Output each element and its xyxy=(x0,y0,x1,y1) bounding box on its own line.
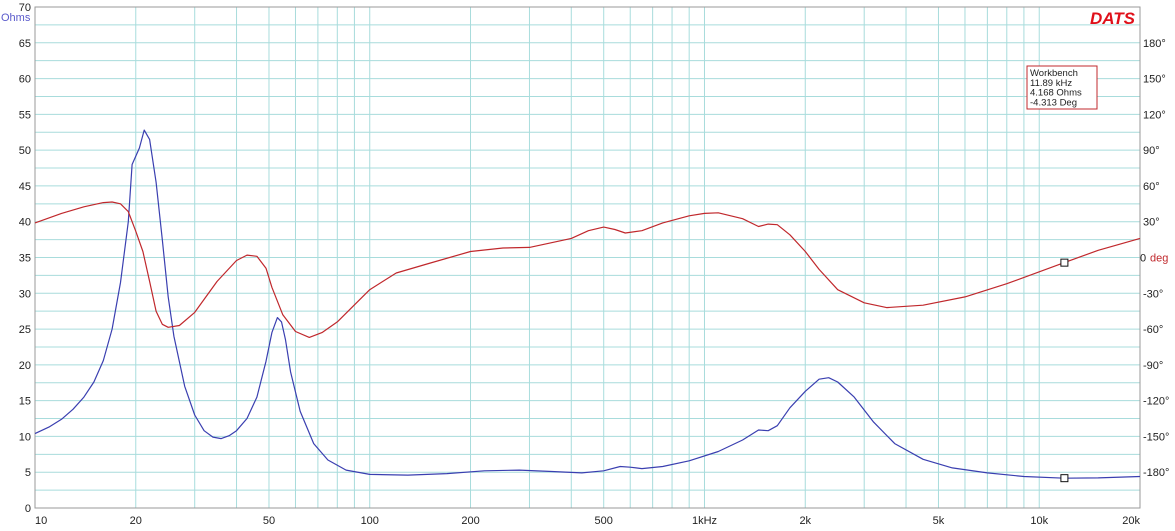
x-tick-label: 10k xyxy=(1030,515,1048,527)
left-tick-label: 40 xyxy=(19,217,31,229)
right-tick-label: 120° xyxy=(1143,109,1166,121)
x-tick-label: 500 xyxy=(595,515,613,527)
x-tick-label: 1kHz xyxy=(692,515,717,527)
right-tick-label: 150° xyxy=(1143,74,1166,86)
left-axis-label: Ohms xyxy=(1,12,31,24)
right-tick-label: -60° xyxy=(1143,324,1163,336)
right-axis-label: deg xyxy=(1150,253,1168,265)
left-tick-label: 55 xyxy=(19,109,31,121)
right-tick-label: -180° xyxy=(1143,467,1169,479)
phase-cursor-marker[interactable] xyxy=(1060,258,1069,267)
left-tick-label: 35 xyxy=(19,253,31,265)
plot-background xyxy=(0,0,1175,531)
left-axis-ticks: 0510152025303540455055606570 xyxy=(19,2,31,515)
x-tick-label: 50 xyxy=(263,515,275,527)
right-tick-label: -90° xyxy=(1143,360,1163,372)
right-tick-label: 60° xyxy=(1143,181,1160,193)
left-tick-label: 0 xyxy=(25,503,31,515)
left-tick-label: 50 xyxy=(19,145,31,157)
x-tick-label: 100 xyxy=(361,515,379,527)
x-tick-label: 2k xyxy=(799,515,811,527)
impedance-phase-plot[interactable]: 0510152025303540455055606570 180°150°120… xyxy=(0,0,1175,531)
left-tick-label: 25 xyxy=(19,324,31,336)
right-tick-label: -120° xyxy=(1143,396,1169,408)
left-tick-label: 65 xyxy=(19,38,31,50)
left-tick-label: 15 xyxy=(19,396,31,408)
x-tick-label: 10 xyxy=(35,515,47,527)
left-tick-label: 10 xyxy=(19,431,31,443)
brand-logo: DATS xyxy=(1090,9,1136,28)
cursor-readout-phase: -4.313 Deg xyxy=(1030,97,1077,108)
right-tick-label: -150° xyxy=(1143,431,1169,443)
right-tick-label: -30° xyxy=(1143,288,1163,300)
left-tick-label: 20 xyxy=(19,360,31,372)
left-tick-label: 60 xyxy=(19,74,31,86)
x-tick-label: 20k xyxy=(1122,515,1140,527)
right-tick-label: 90° xyxy=(1143,145,1160,157)
left-tick-label: 5 xyxy=(25,467,31,479)
left-tick-label: 30 xyxy=(19,288,31,300)
cursor-readout-box: Workbench 11.89 kHz 4.168 Ohms -4.313 De… xyxy=(1026,65,1098,110)
x-tick-label: 200 xyxy=(461,515,479,527)
right-tick-label: 180° xyxy=(1143,38,1166,50)
x-tick-label: 20 xyxy=(130,515,142,527)
right-tick-label: 30° xyxy=(1143,217,1160,229)
right-tick-label: 0 xyxy=(1140,253,1146,265)
left-tick-label: 45 xyxy=(19,181,31,193)
impedance-cursor-marker[interactable] xyxy=(1060,474,1069,483)
x-tick-label: 5k xyxy=(933,515,945,527)
